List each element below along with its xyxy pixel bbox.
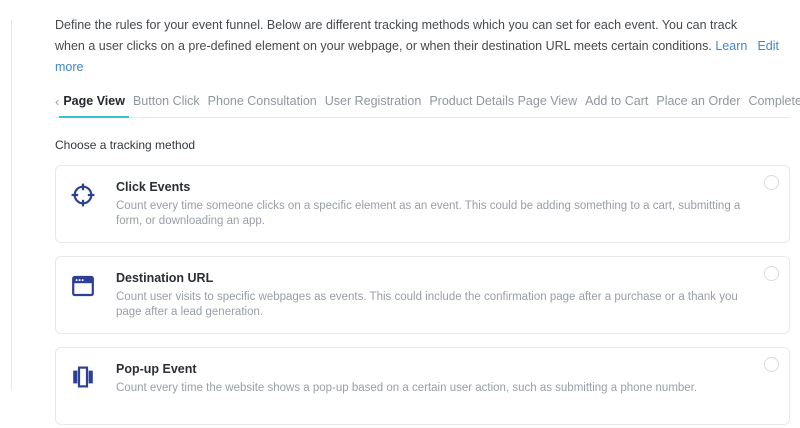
panel-left-border xyxy=(11,20,12,390)
method-title: Pop-up Event xyxy=(116,362,197,376)
tab-user-registration[interactable]: User Registration xyxy=(321,94,426,117)
method-radio-click-events[interactable] xyxy=(764,175,779,190)
tab-phone-consultation[interactable]: Phone Consultation xyxy=(204,94,321,117)
method-text: Destination URL Count user visits to spe… xyxy=(116,270,749,320)
section-title: Choose a tracking method xyxy=(55,138,196,152)
tab-bar: ‹ Page View Button Click Phone Consultat… xyxy=(55,94,800,118)
method-radio-destination-url[interactable] xyxy=(764,266,779,281)
method-title: Destination URL xyxy=(116,271,214,285)
funnel-description-text: Define the rules for your event funnel. … xyxy=(55,18,738,53)
popup-layers-icon xyxy=(70,364,96,390)
browser-window-icon xyxy=(70,273,96,299)
method-card-destination-url[interactable]: Destination URL Count user visits to spe… xyxy=(55,256,790,334)
method-card-click-events[interactable]: Click Events Count every time someone cl… xyxy=(55,165,790,243)
click-target-icon xyxy=(70,182,96,208)
method-text: Click Events Count every time someone cl… xyxy=(116,179,749,229)
method-description: Count every time someone clicks on a spe… xyxy=(116,200,741,227)
method-card-popup-event[interactable]: Pop-up Event Count every time the websit… xyxy=(55,347,790,425)
edit-link[interactable]: Edit xyxy=(757,36,779,57)
header: Define the rules for your event funnel. … xyxy=(55,15,790,78)
tab-button-click[interactable]: Button Click xyxy=(129,94,204,117)
method-title: Click Events xyxy=(116,180,191,194)
tab-place-an-order[interactable]: Place an Order xyxy=(652,94,744,117)
method-radio-popup-event[interactable] xyxy=(764,357,779,372)
tab-add-to-cart[interactable]: Add to Cart xyxy=(581,94,652,117)
method-description: Count user visits to specific webpages a… xyxy=(116,291,738,318)
event-funnel-panel: Define the rules for your event funnel. … xyxy=(0,0,800,428)
tab-product-details-page-view[interactable]: Product Details Page View xyxy=(425,94,581,117)
panel-content: Define the rules for your event funnel. … xyxy=(55,0,800,428)
method-text: Pop-up Event Count every time the websit… xyxy=(116,361,697,396)
funnel-description: Define the rules for your event funnel. … xyxy=(55,15,767,78)
method-description: Count every time the website shows a pop… xyxy=(116,382,698,394)
tab-complete-pay[interactable]: Complete Pay xyxy=(744,94,800,117)
tab-page-view[interactable]: Page View xyxy=(59,94,129,118)
